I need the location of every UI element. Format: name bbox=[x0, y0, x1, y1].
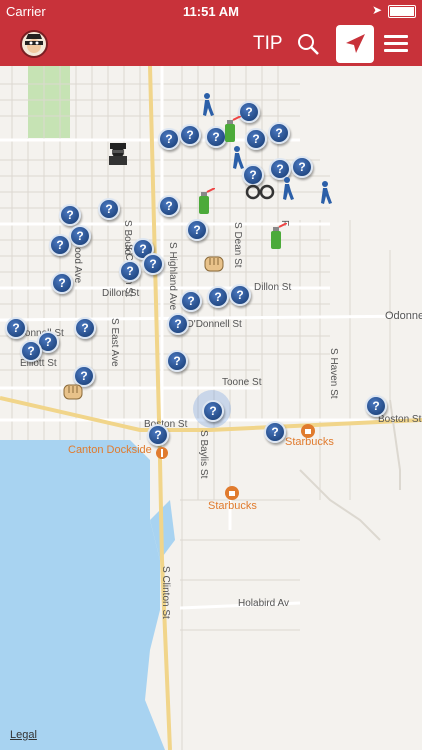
menu-button[interactable] bbox=[384, 31, 408, 57]
status-bar: Carrier 11:51 AM ➤ bbox=[0, 0, 422, 22]
nav-bar: TIP bbox=[0, 22, 422, 66]
street-label-s-baylis: S Baylis St bbox=[198, 430, 209, 479]
restaurant-poi-icon[interactable] bbox=[156, 446, 168, 464]
avatar[interactable] bbox=[20, 30, 48, 58]
clock: 11:51 AM bbox=[183, 4, 239, 19]
legal-link[interactable]: Legal bbox=[10, 729, 37, 741]
report-pin[interactable]: ? bbox=[49, 234, 71, 256]
street-label-holabird: Holabird Av bbox=[238, 598, 289, 609]
pedestrian-icon[interactable] bbox=[196, 93, 216, 122]
location-arrow-icon: ➤ bbox=[371, 3, 382, 17]
locate-me-button[interactable] bbox=[336, 25, 374, 63]
street-label-boston-east: Boston St bbox=[378, 414, 422, 425]
street-label-s-haven: S Haven St bbox=[328, 348, 339, 399]
street-label-odonnell-east: Odonne bbox=[385, 310, 422, 322]
report-pin[interactable]: ? bbox=[158, 195, 180, 217]
report-pin[interactable]: ? bbox=[264, 421, 286, 443]
street-label-s-clinton: S Clinton St bbox=[160, 566, 171, 619]
street-label-s-dean: S Dean St bbox=[232, 222, 243, 268]
report-pin[interactable]: ? bbox=[179, 124, 201, 146]
street-label-toone: Toone St bbox=[222, 377, 262, 388]
pedestrian-icon[interactable] bbox=[276, 177, 296, 206]
coffee-poi-icon[interactable] bbox=[225, 486, 239, 505]
report-pin[interactable]: ? bbox=[207, 286, 229, 308]
report-pin[interactable]: ? bbox=[98, 198, 120, 220]
report-pin[interactable]: ? bbox=[119, 260, 141, 282]
report-pin[interactable]: ? bbox=[245, 128, 267, 150]
tip-button[interactable]: TIP bbox=[253, 33, 283, 55]
handcuffs-icon[interactable] bbox=[245, 183, 275, 206]
battery-icon bbox=[388, 5, 416, 18]
report-pin[interactable]: ? bbox=[69, 225, 91, 247]
spray-paint-icon[interactable] bbox=[265, 222, 288, 256]
fist-icon[interactable] bbox=[61, 381, 85, 408]
pedestrian-icon[interactable] bbox=[314, 181, 334, 210]
report-pin[interactable]: ? bbox=[291, 156, 313, 178]
street-label-s-east-ave: S East Ave bbox=[109, 318, 120, 367]
poi-canton-dockside[interactable]: Canton Dockside bbox=[68, 444, 152, 456]
report-pin[interactable]: ? bbox=[51, 272, 73, 294]
report-pin[interactable]: ? bbox=[158, 128, 180, 150]
report-pin[interactable]: ? bbox=[5, 317, 27, 339]
report-pin[interactable]: ? bbox=[238, 101, 260, 123]
report-pin[interactable]: ? bbox=[268, 122, 290, 144]
burglar-icon[interactable] bbox=[107, 141, 129, 170]
report-pin[interactable]: ? bbox=[167, 313, 189, 335]
street-label-odonnell: O'Donnell St bbox=[186, 319, 242, 330]
report-pin[interactable]: ? bbox=[365, 395, 387, 417]
report-pin[interactable]: ? bbox=[229, 284, 251, 306]
report-pin[interactable]: ? bbox=[180, 290, 202, 312]
spray-paint-icon[interactable] bbox=[193, 187, 216, 221]
street-label-dillon-east: Dillon St bbox=[254, 282, 292, 293]
fist-icon[interactable] bbox=[202, 253, 226, 280]
report-pin[interactable]: ? bbox=[142, 253, 164, 275]
street-label-s-highland: S Highland Ave bbox=[167, 242, 178, 311]
report-pin[interactable]: ? bbox=[166, 350, 188, 372]
report-pin[interactable]: ? bbox=[59, 204, 81, 226]
report-pin[interactable]: ? bbox=[147, 424, 169, 446]
report-pin[interactable]: ? bbox=[186, 219, 208, 241]
pedestrian-icon[interactable] bbox=[226, 146, 246, 175]
user-location-pin[interactable]: ? bbox=[202, 400, 224, 422]
search-icon[interactable] bbox=[294, 30, 322, 58]
spray-paint-icon[interactable] bbox=[219, 115, 242, 149]
report-pin[interactable]: ? bbox=[20, 340, 42, 362]
report-pin[interactable]: ? bbox=[74, 317, 96, 339]
coffee-poi-icon[interactable] bbox=[301, 424, 315, 443]
navigation-arrow-icon bbox=[346, 34, 365, 53]
